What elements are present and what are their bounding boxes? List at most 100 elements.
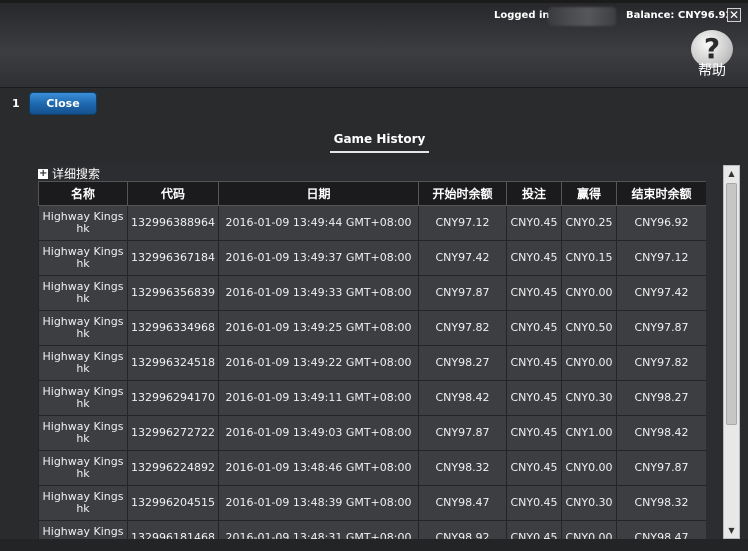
advanced-search-toggle[interactable]: + 详细搜索 bbox=[38, 165, 100, 182]
page-number: 1 bbox=[12, 97, 20, 110]
cell-name: Highway Kings hk bbox=[38, 310, 128, 346]
bottom-bar bbox=[0, 539, 748, 551]
table-row[interactable]: Highway Kings hk1329961814682016-01-09 1… bbox=[38, 520, 706, 539]
history-table-container: 名称 代码 日期 开始时余额 投注 赢得 结束时余额 Highway Kings… bbox=[38, 181, 706, 539]
cell-start-balance: CNY98.42 bbox=[418, 380, 507, 416]
cell-code: 132996388964 bbox=[127, 205, 219, 241]
tab-game-history[interactable]: Game History bbox=[330, 132, 429, 153]
cell-name: Highway Kings hk bbox=[38, 275, 128, 311]
cell-code: 132996334968 bbox=[127, 310, 219, 346]
top-rule bbox=[0, 0, 748, 3]
cell-start-balance: CNY97.12 bbox=[418, 205, 507, 241]
cell-name: Highway Kings hk bbox=[38, 205, 128, 241]
cell-code: 132996356839 bbox=[127, 275, 219, 311]
scroll-up-icon[interactable]: ▲ bbox=[724, 166, 739, 181]
cell-code: 132996204515 bbox=[127, 485, 219, 521]
cell-bet: CNY0.45 bbox=[506, 310, 562, 346]
cell-end-balance: CNY98.47 bbox=[616, 520, 706, 539]
cell-name: Highway Kings hk bbox=[38, 520, 128, 539]
cell-bet: CNY0.45 bbox=[506, 415, 562, 451]
cell-bet: CNY0.45 bbox=[506, 450, 562, 486]
cell-name: Highway Kings hk bbox=[38, 485, 128, 521]
cell-end-balance: CNY97.12 bbox=[616, 240, 706, 276]
cell-end-balance: CNY98.27 bbox=[616, 380, 706, 416]
scroll-down-icon[interactable]: ▼ bbox=[724, 523, 739, 538]
cell-win: CNY0.00 bbox=[561, 275, 617, 311]
cell-code: 132996272722 bbox=[127, 415, 219, 451]
cell-end-balance: CNY98.32 bbox=[616, 485, 706, 521]
table-row[interactable]: Highway Kings hk 132996388964 2016-01-09 1… bbox=[38, 205, 706, 241]
close-window-icon[interactable]: ✕ bbox=[727, 8, 741, 22]
scroll-thumb[interactable] bbox=[726, 183, 737, 425]
close-button[interactable]: Close bbox=[29, 92, 97, 115]
cell-start-balance: CNY97.82 bbox=[418, 310, 507, 346]
cell-bet: CNY0.45 bbox=[506, 205, 562, 241]
balance-text: Balance: CNY96.92 bbox=[626, 10, 733, 21]
cell-win: CNY0.50 bbox=[561, 310, 617, 346]
cell-bet: CNY0.45 bbox=[506, 485, 562, 521]
cell-end-balance: CNY97.87 bbox=[616, 450, 706, 486]
cell-name: Highway Kings hk bbox=[38, 415, 128, 451]
cell-end-balance: CNY97.82 bbox=[616, 345, 706, 381]
cell-win: CNY0.25 bbox=[561, 205, 617, 241]
cell-date: 2016-01-09 13:49:25 GMT+08:00 bbox=[218, 310, 419, 346]
column-header-code[interactable]: 代码 bbox=[127, 181, 219, 206]
cell-win: CNY0.00 bbox=[561, 450, 617, 486]
cell-win: CNY0.30 bbox=[561, 485, 617, 521]
cell-start-balance: CNY98.32 bbox=[418, 450, 507, 486]
column-header-name[interactable]: 名称 bbox=[38, 181, 128, 206]
table-row[interactable]: Highway Kings hk 132996334968 2016-01-09 1… bbox=[38, 310, 706, 346]
cell-win: CNY1.00 bbox=[561, 415, 617, 451]
table-row[interactable]: Highway Kings hk 132996294170 2016-01-09 1… bbox=[38, 380, 706, 416]
column-header-date[interactable]: 日期 bbox=[218, 181, 419, 206]
cell-name: Highway Kings hk bbox=[38, 240, 128, 276]
vertical-scrollbar[interactable]: ▲ ▼ bbox=[723, 165, 740, 539]
cell-code: 132996181468 bbox=[127, 520, 219, 539]
column-header-end-balance[interactable]: 结束时余额 bbox=[616, 181, 706, 206]
advanced-search-label[interactable]: 详细搜索 bbox=[52, 165, 100, 182]
table-row[interactable]: Highway Kings hk 132996272722 2016-01-09 1… bbox=[38, 415, 706, 451]
cell-win: CNY0.30 bbox=[561, 380, 617, 416]
cell-date: 2016-01-09 13:49:22 GMT+08:00 bbox=[218, 345, 419, 381]
column-header-win[interactable]: 赢得 bbox=[561, 181, 617, 206]
cell-code: 132996224892 bbox=[127, 450, 219, 486]
username-redacted bbox=[548, 7, 616, 26]
cell-bet: CNY0.45 bbox=[506, 275, 562, 311]
table-row[interactable]: Highway Kings hk 132996367184 2016-01-09 1… bbox=[38, 240, 706, 276]
table-row[interactable]: Highway Kings hk 132996356839 2016-01-09 1… bbox=[38, 275, 706, 311]
cell-bet: CNY0.45 bbox=[506, 345, 562, 381]
cell-start-balance: CNY97.87 bbox=[418, 275, 507, 311]
cell-name: Highway Kings hk bbox=[38, 345, 128, 381]
cell-win: CNY0.15 bbox=[561, 240, 617, 276]
cell-date: 2016-01-09 13:48:31 GMT+08:00 bbox=[218, 520, 419, 539]
cell-date: 2016-01-09 13:49:11 GMT+08:00 bbox=[218, 380, 419, 416]
cell-bet: CNY0.45 bbox=[506, 240, 562, 276]
cell-start-balance: CNY97.42 bbox=[418, 240, 507, 276]
table-row[interactable]: Highway Kings hk 132996204515 2016-01-09 1… bbox=[38, 485, 706, 521]
help-label[interactable]: 帮助 bbox=[698, 60, 726, 80]
cell-win: CNY0.00 bbox=[561, 520, 617, 539]
cell-name: Highway Kings hk bbox=[38, 450, 128, 486]
cell-date: 2016-01-09 13:48:39 GMT+08:00 bbox=[218, 485, 419, 521]
table-row[interactable]: Highway Kings hk 132996324518 2016-01-09 1… bbox=[38, 345, 706, 381]
cell-date: 2016-01-09 13:49:33 GMT+08:00 bbox=[218, 275, 419, 311]
logged-in-label: Logged in: bbox=[494, 10, 554, 21]
plus-icon[interactable]: + bbox=[38, 168, 48, 179]
column-header-start-balance[interactable]: 开始时余额 bbox=[418, 181, 507, 206]
cell-date: 2016-01-09 13:48:46 GMT+08:00 bbox=[218, 450, 419, 486]
cell-name: Highway Kings hk bbox=[38, 380, 128, 416]
cell-bet: CNY0.45 bbox=[506, 520, 562, 539]
cell-end-balance: CNY97.87 bbox=[616, 310, 706, 346]
cell-code: 132996294170 bbox=[127, 380, 219, 416]
cell-date: 2016-01-09 13:49:03 GMT+08:00 bbox=[218, 415, 419, 451]
column-header-bet[interactable]: 投注 bbox=[506, 181, 562, 206]
table-row[interactable]: Highway Kings hk 132996224892 2016-01-09 1… bbox=[38, 450, 706, 486]
history-table: 名称 代码 日期 开始时余额 投注 赢得 结束时余额 Highway Kings… bbox=[38, 181, 706, 539]
cell-start-balance: CNY98.27 bbox=[418, 345, 507, 381]
cell-date: 2016-01-09 13:49:44 GMT+08:00 bbox=[218, 205, 419, 241]
cell-bet: CNY0.45 bbox=[506, 380, 562, 416]
cell-code: 132996367184 bbox=[127, 240, 219, 276]
cell-start-balance: CNY97.87 bbox=[418, 415, 507, 451]
cell-date: 2016-01-09 13:49:37 GMT+08:00 bbox=[218, 240, 419, 276]
cell-start-balance: CNY98.92 bbox=[418, 520, 507, 539]
